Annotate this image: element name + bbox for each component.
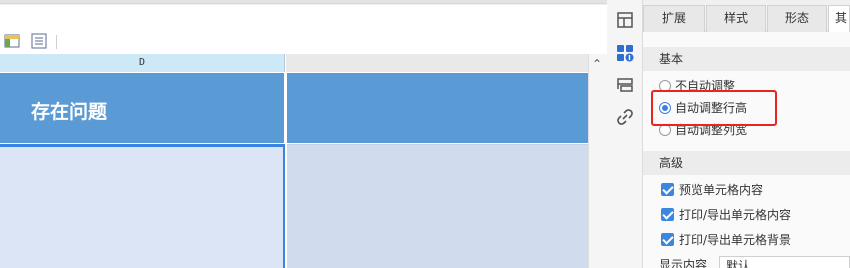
- header-cell-d1[interactable]: 存在问题: [0, 73, 284, 143]
- hyperlink-icon[interactable]: [616, 108, 634, 126]
- checkbox-label: 打印/导出单元格内容: [679, 208, 792, 222]
- tab-shape[interactable]: 形态: [767, 5, 827, 32]
- selected-cell-d2[interactable]: [0, 144, 285, 268]
- widget-settings-icon[interactable]: [616, 76, 634, 94]
- toolbar-separator: [56, 35, 57, 49]
- grid-line: [285, 73, 287, 144]
- annotation-highlight-box: [651, 90, 777, 126]
- header-cell-text: 存在问题: [31, 101, 108, 123]
- checkbox-checked[interactable]: [661, 183, 674, 196]
- column-header-d[interactable]: D: [0, 54, 285, 72]
- checkbox-label: 打印/导出单元格背景: [679, 233, 792, 247]
- sheet-toolbar: [0, 5, 607, 54]
- spreadsheet-pane: D 存在问题 ⌃: [0, 0, 607, 268]
- display-content-label: 显示内容: [659, 258, 708, 268]
- sheet-list-icon[interactable]: [31, 33, 47, 49]
- properties-panel: 扩展 样式 形态 其 基本 不自动调整 自动调整行高 自动调整列宽 高级 预览单…: [643, 0, 850, 268]
- sheet-grid: D 存在问题: [0, 54, 588, 268]
- tab-other[interactable]: 其: [828, 5, 850, 32]
- cell-element-icon[interactable]: [616, 44, 634, 62]
- display-content-select[interactable]: 默认: [719, 256, 850, 268]
- cell-attributes-icon[interactable]: [616, 11, 634, 29]
- checkbox-label: 预览单元格内容: [679, 183, 764, 197]
- header-cell-e1[interactable]: [287, 73, 588, 143]
- section-basic-title[interactable]: 基本: [643, 47, 850, 71]
- top-strip: [0, 0, 607, 4]
- column-header-e[interactable]: [286, 54, 588, 72]
- section-advanced-title[interactable]: 高级: [643, 151, 850, 175]
- checkbox-checked[interactable]: [661, 233, 674, 246]
- tab-bar: 扩展 样式 形态 其: [643, 0, 850, 32]
- scroll-up-icon[interactable]: ⌃: [592, 57, 602, 71]
- tab-style[interactable]: 样式: [706, 5, 766, 32]
- freeze-panes-icon[interactable]: [4, 33, 20, 49]
- vertical-scrollbar[interactable]: ⌃: [588, 54, 607, 268]
- property-icon-strip: [607, 0, 643, 268]
- checkbox-checked[interactable]: [661, 208, 674, 221]
- tab-extend[interactable]: 扩展: [643, 5, 705, 32]
- cell-e2[interactable]: [287, 144, 588, 268]
